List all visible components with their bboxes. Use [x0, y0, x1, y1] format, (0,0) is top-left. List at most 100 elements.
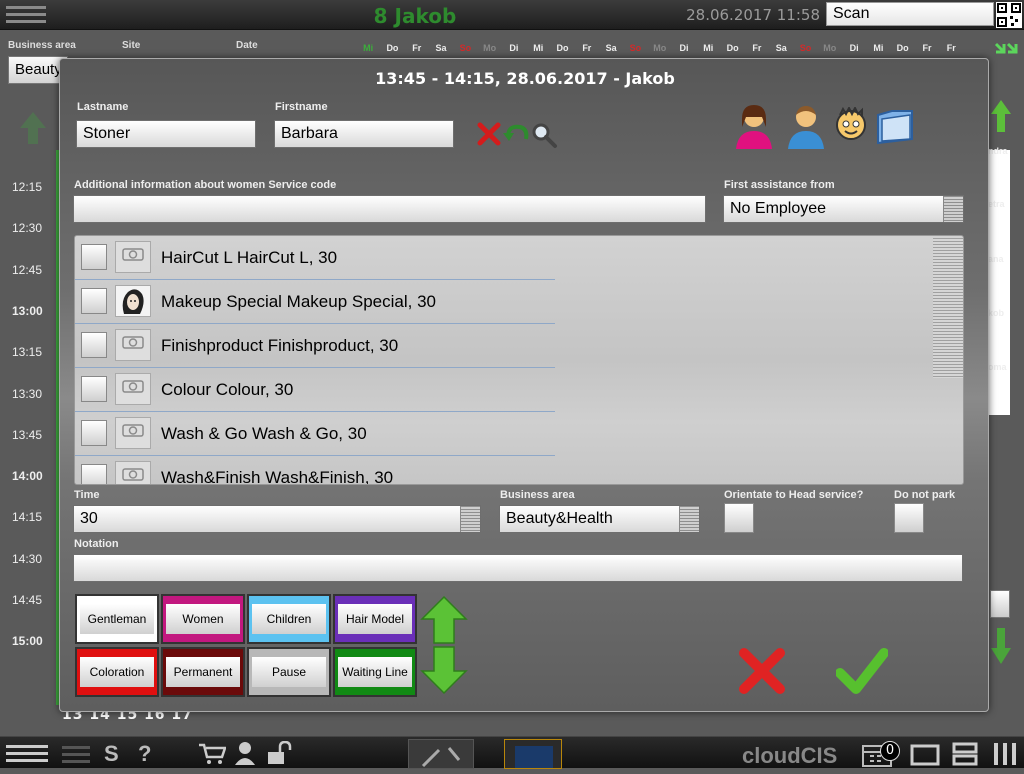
- weekday-label[interactable]: Do: [380, 43, 404, 53]
- camera-icon[interactable]: [115, 373, 151, 405]
- employee-name-fragment[interactable]: ndra: [988, 146, 1008, 156]
- weekday-label[interactable]: Mi: [356, 43, 380, 53]
- service-row[interactable]: Colour Colour, 30: [75, 368, 555, 412]
- employee-name-fragment[interactable]: ana: [988, 254, 1004, 264]
- tools-icon[interactable]: [408, 739, 474, 769]
- weekday-label[interactable]: Fr: [405, 43, 429, 53]
- service-row[interactable]: Finishproduct Finishproduct, 30: [75, 324, 555, 368]
- weekday-label[interactable]: Mo: [648, 43, 672, 53]
- time-input[interactable]: 30: [73, 505, 481, 533]
- category-button[interactable]: Coloration: [75, 647, 159, 697]
- single-view-icon[interactable]: [910, 744, 940, 770]
- undo-icon[interactable]: [502, 121, 530, 151]
- calendar-view-icon[interactable]: [504, 739, 562, 769]
- cart-icon[interactable]: [198, 743, 227, 769]
- category-button[interactable]: Hair Model: [333, 594, 417, 644]
- weekday-label[interactable]: Mi: [866, 43, 890, 53]
- service-row[interactable]: Makeup Special Makeup Special, 30: [75, 280, 555, 324]
- scroll-up-right-icon[interactable]: [990, 98, 1012, 138]
- search-icon[interactable]: [530, 121, 558, 153]
- weekday-label[interactable]: Fr: [745, 43, 769, 53]
- camera-icon[interactable]: [115, 329, 151, 361]
- services-list[interactable]: HairCut L HairCut L, 30 Makeup Special Ma…: [74, 235, 964, 485]
- list-icon[interactable]: [62, 745, 90, 767]
- weekday-label[interactable]: Sa: [429, 43, 453, 53]
- service-checkbox[interactable]: [81, 332, 107, 358]
- female-customer-icon[interactable]: [734, 103, 774, 153]
- user-icon[interactable]: [234, 741, 256, 769]
- service-checkbox[interactable]: [81, 288, 107, 314]
- orientate-checkbox[interactable]: [724, 503, 754, 533]
- scan-input[interactable]: Scan: [826, 2, 994, 26]
- scroll-down-right-icon[interactable]: [990, 626, 1012, 670]
- weekday-label[interactable]: Fr: [939, 43, 963, 53]
- service-row[interactable]: HairCut L HairCut L, 30: [75, 236, 555, 280]
- additional-info-input[interactable]: [73, 195, 706, 223]
- weekday-label[interactable]: Mo: [818, 43, 842, 53]
- s-button[interactable]: S: [104, 741, 119, 767]
- service-checkbox[interactable]: [81, 376, 107, 402]
- collapse-icon[interactable]: [990, 38, 1020, 64]
- category-button[interactable]: Waiting Line: [333, 647, 417, 697]
- service-checkbox[interactable]: [81, 420, 107, 446]
- weekday-label[interactable]: Di: [842, 43, 866, 53]
- qr-code-icon[interactable]: [996, 2, 1022, 28]
- service-checkbox[interactable]: [81, 464, 107, 484]
- columns-view-icon[interactable]: [992, 742, 1018, 770]
- male-customer-icon[interactable]: [786, 103, 826, 153]
- service-checkbox[interactable]: [81, 244, 107, 270]
- firstname-input[interactable]: Barbara: [274, 120, 454, 148]
- business-area-select[interactable]: Beauty&Health: [499, 505, 700, 533]
- weekday-label[interactable]: Fr: [915, 43, 939, 53]
- list-scrollbar[interactable]: [933, 238, 963, 378]
- weekday-label[interactable]: Mi: [696, 43, 720, 53]
- weekday-label[interactable]: So: [623, 43, 647, 53]
- camera-icon[interactable]: [115, 461, 151, 484]
- service-row[interactable]: Wash&Finish Wash&Finish, 30: [75, 456, 555, 484]
- lastname-input[interactable]: Stoner: [76, 120, 256, 148]
- weekday-label[interactable]: So: [793, 43, 817, 53]
- weekday-label[interactable]: Sa: [599, 43, 623, 53]
- camera-icon[interactable]: [115, 241, 151, 273]
- notation-input[interactable]: [73, 554, 963, 582]
- side-field[interactable]: [990, 590, 1010, 618]
- cancel-icon[interactable]: [736, 645, 788, 701]
- move-up-arrow-icon[interactable]: [420, 595, 468, 649]
- weekday-label[interactable]: Mo: [477, 43, 501, 53]
- dropdown-grip[interactable]: [943, 196, 963, 222]
- move-down-arrow-icon[interactable]: [420, 645, 468, 699]
- folder-icon[interactable]: [874, 105, 916, 151]
- weekday-label[interactable]: So: [453, 43, 477, 53]
- weekday-label[interactable]: Fr: [575, 43, 599, 53]
- help-button[interactable]: ?: [138, 741, 151, 767]
- category-button[interactable]: Permanent: [161, 647, 245, 697]
- category-button[interactable]: Gentleman: [75, 594, 159, 644]
- child-customer-icon[interactable]: [834, 105, 868, 147]
- main-menu-icon[interactable]: [6, 4, 48, 26]
- split-view-icon[interactable]: [952, 742, 978, 770]
- employee-name-fragment[interactable]: oma: [988, 362, 1007, 372]
- camera-icon[interactable]: [115, 417, 151, 449]
- employee-name-fragment[interactable]: etra: [988, 199, 1005, 209]
- bottom-menu-icon[interactable]: [6, 743, 48, 767]
- confirm-icon[interactable]: [835, 645, 889, 701]
- weekday-label[interactable]: Sa: [769, 43, 793, 53]
- weekday-label[interactable]: Mi: [526, 43, 550, 53]
- first-assistance-select[interactable]: No Employee: [723, 195, 964, 223]
- weekday-label[interactable]: Do: [720, 43, 744, 53]
- business-area-dropdown-grip[interactable]: [679, 506, 699, 532]
- weekday-label[interactable]: Do: [550, 43, 574, 53]
- scroll-up-arrow-bg-icon[interactable]: [18, 110, 48, 150]
- unlock-icon[interactable]: [266, 740, 294, 769]
- employee-name-fragment[interactable]: kob: [988, 308, 1004, 318]
- weekday-label[interactable]: Do: [891, 43, 915, 53]
- category-button[interactable]: Pause: [247, 647, 331, 697]
- service-photo-icon[interactable]: [115, 285, 151, 317]
- clear-icon[interactable]: [476, 121, 502, 151]
- category-button[interactable]: Women: [161, 594, 245, 644]
- category-button[interactable]: Children: [247, 594, 331, 644]
- do-not-park-checkbox[interactable]: [894, 503, 924, 533]
- weekday-label[interactable]: Di: [672, 43, 696, 53]
- service-row[interactable]: Wash & Go Wash & Go, 30: [75, 412, 555, 456]
- time-stepper[interactable]: [460, 506, 480, 532]
